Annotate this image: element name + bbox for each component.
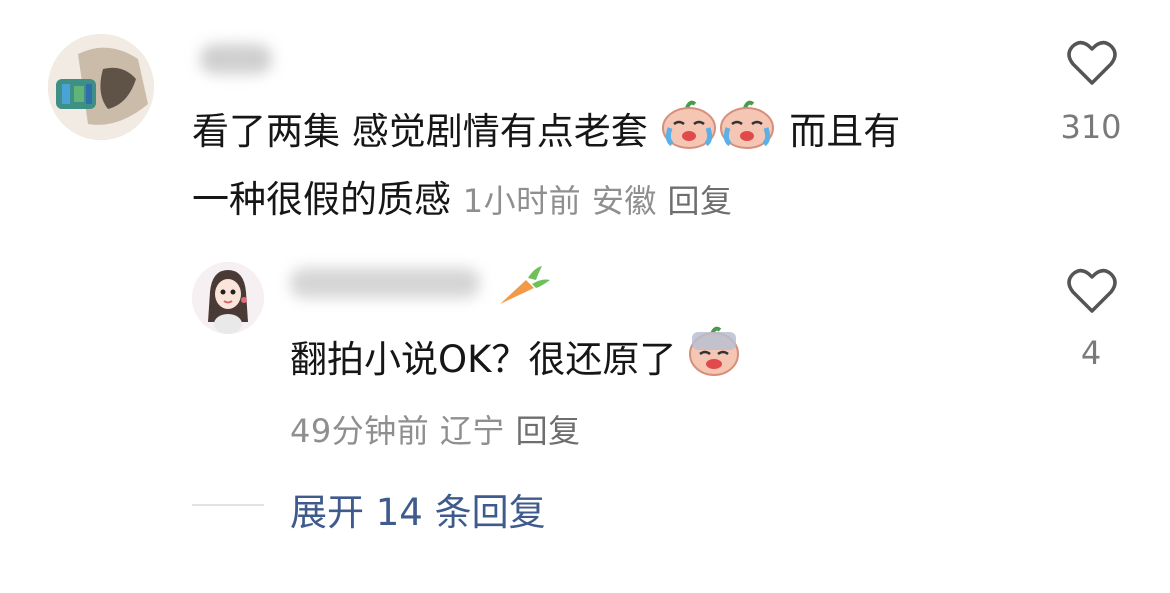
reply-meta: 49分钟前 辽宁 回复 (290, 406, 581, 452)
reply-location: 辽宁 (439, 412, 505, 450)
heart-icon (1067, 268, 1117, 313)
crying-peach-emoji (660, 98, 778, 169)
comment-text-part1: 看了两集 感觉剧情有点老套 (192, 110, 648, 153)
reply-time: 49分钟前 (290, 412, 430, 450)
heart-icon (1067, 40, 1117, 85)
comment-like-button[interactable]: 310 (1041, 38, 1141, 158)
expand-replies-button[interactable]: 展开 14 条回复 (290, 482, 546, 536)
avatar-image (192, 262, 264, 334)
comment-time: 1小时前 (462, 182, 582, 220)
carrot-icon (496, 262, 552, 312)
commenter-avatar[interactable] (48, 34, 154, 140)
replier-name-blurred[interactable] (290, 268, 480, 298)
comment-like-count: 310 (1060, 108, 1122, 146)
comment-text: 看了两集 感觉剧情有点老套 而且有 一种很假的质感 1小时前 安徽 回复 (192, 98, 1012, 232)
comment-meta: 1小时前 安徽 回复 (463, 182, 733, 220)
facepalm-peach-emoji (688, 326, 740, 397)
commenter-name-blurred[interactable] (200, 44, 272, 74)
avatar-image (48, 34, 154, 140)
expand-divider (192, 504, 264, 506)
reply-reply-button[interactable]: 回复 (516, 412, 581, 450)
comment-reply-button[interactable]: 回复 (668, 182, 733, 220)
reply-like-button[interactable]: 4 (1041, 266, 1141, 376)
comment-text-part2: 而且有 (789, 110, 901, 153)
comment-location: 安徽 (591, 182, 657, 220)
comment-text-line2: 一种很假的质感 (192, 178, 451, 221)
replier-avatar[interactable] (192, 262, 264, 334)
reply-like-count: 4 (1080, 334, 1102, 372)
reply-text-content: 翻拍小说OK？很还原了 (290, 338, 677, 381)
reply-text: 翻拍小说OK？很还原了 (290, 326, 990, 397)
